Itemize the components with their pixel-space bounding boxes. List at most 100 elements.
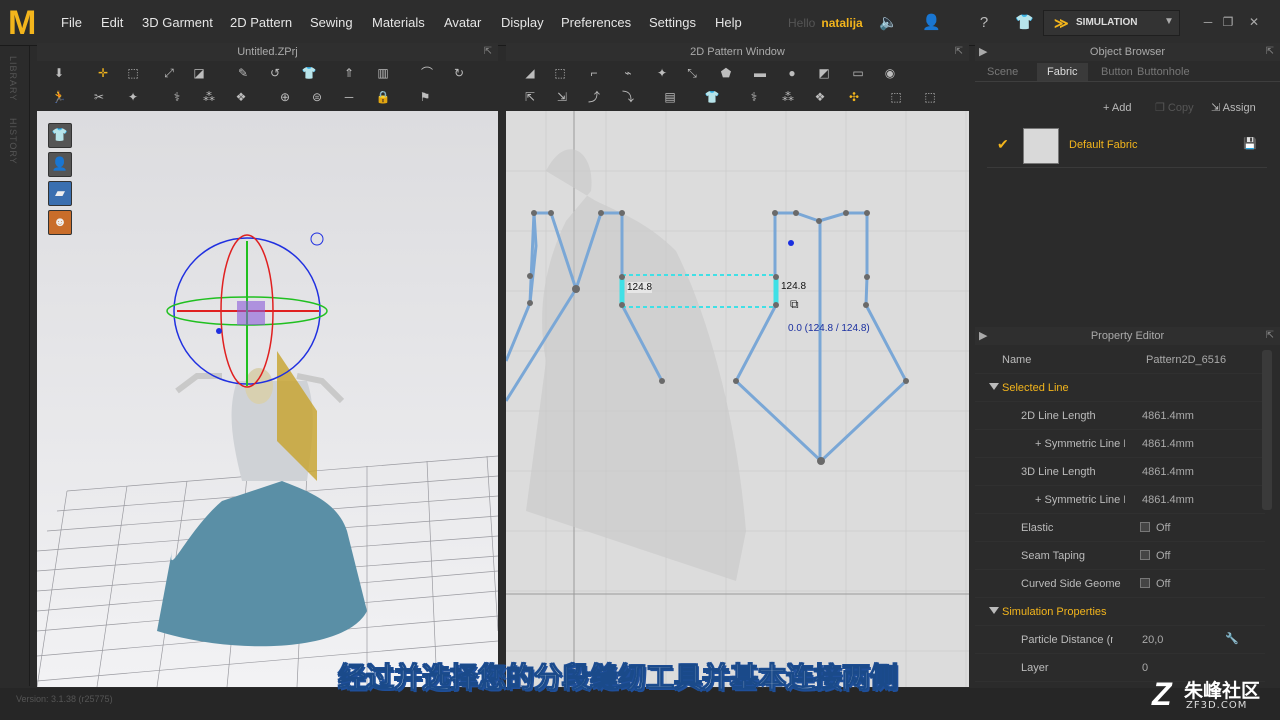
curved-side-toggle[interactable]: Off	[1140, 578, 1170, 590]
checkbox[interactable]	[1140, 550, 1150, 560]
rectangle-icon[interactable]: ▬	[750, 64, 770, 82]
avatar-dress[interactable]	[157, 351, 367, 647]
property-value[interactable]: 4861.4mm	[1142, 438, 1194, 450]
menu-settings[interactable]: Settings	[649, 0, 696, 46]
tack-icon[interactable]: ↺	[265, 64, 285, 82]
user-icon[interactable]: 👤	[922, 14, 941, 32]
minimize-icon[interactable]: ─	[1200, 14, 1216, 30]
annotation-icon[interactable]: ⬚	[886, 88, 906, 106]
property-scrollbar[interactable]	[1262, 350, 1272, 510]
expand-icon[interactable]: ⇱	[1266, 327, 1274, 345]
select-point-icon[interactable]: ◢	[520, 64, 540, 82]
texture-2d-icon[interactable]: ❖	[810, 88, 830, 106]
view2d-viewport[interactable]: 124.8 124.8 0.0 (124.8 / 124.8) ⧉	[506, 111, 969, 687]
show-garment-icon[interactable]: 👕	[48, 123, 72, 148]
fold-2d-icon[interactable]: ⚕	[744, 88, 764, 106]
menu-3d-garment[interactable]: 3D Garment	[142, 0, 213, 46]
pattern-icon[interactable]: ❖	[231, 88, 251, 106]
pattern-back[interactable]	[734, 211, 908, 463]
fold-icon[interactable]: ◪	[189, 64, 209, 82]
history-tab[interactable]: HISTORY	[8, 118, 18, 165]
user-name[interactable]: natalija	[821, 16, 862, 30]
simulation-properties-section[interactable]: Simulation Properties	[975, 598, 1265, 626]
circle-icon[interactable]: ●	[782, 64, 802, 82]
transform-icon[interactable]: ⤢	[159, 64, 179, 82]
name-value[interactable]: Pattern2D_6516	[1146, 354, 1226, 366]
particle-distance-value[interactable]: 20,0	[1142, 634, 1163, 646]
curve-point-icon[interactable]: ⌁	[618, 64, 638, 82]
pen-icon[interactable]: ✎	[233, 64, 253, 82]
expand-icon[interactable]: ⇱	[1266, 43, 1274, 61]
stitch-2d-icon[interactable]: ⁂	[778, 88, 798, 106]
garment-icon[interactable]: 👕	[1015, 14, 1034, 32]
menu-2d-pattern[interactable]: 2D Pattern	[230, 0, 292, 46]
button-add-icon[interactable]: ⊕	[275, 88, 295, 106]
fabric-list-item[interactable]: ✔ Default Fabric 💾	[987, 128, 1267, 168]
add-point-icon[interactable]: ✦	[652, 64, 672, 82]
menu-materials[interactable]: Materials	[372, 0, 425, 46]
shirt-icon[interactable]: 👕	[299, 64, 319, 82]
help-icon[interactable]: ?	[975, 14, 993, 32]
expand-icon[interactable]: ⇱	[484, 43, 492, 61]
library-tab[interactable]: LIBRARY	[8, 56, 18, 101]
selected-line-section[interactable]: Selected Line	[975, 374, 1265, 402]
tab-fabric[interactable]: Fabric	[1037, 63, 1088, 81]
internal-circle-icon[interactable]: ◉	[880, 64, 900, 82]
tape-icon[interactable]: ✦	[123, 88, 143, 106]
save-icon[interactable]: 💾	[1243, 137, 1257, 150]
check-sewing-icon[interactable]: ⤵	[618, 88, 638, 106]
transform-pattern-icon[interactable]: ⬚	[550, 64, 570, 82]
lock-icon[interactable]: 🔒	[373, 88, 393, 106]
curve-icon[interactable]: ⌒	[417, 64, 437, 82]
pin-icon[interactable]: ✂	[89, 88, 109, 106]
gizmo[interactable]	[166, 232, 328, 388]
menu-help[interactable]: Help	[715, 0, 742, 46]
internal-polygon-icon[interactable]: ◩	[814, 64, 834, 82]
seam-taping-toggle[interactable]: Off	[1140, 550, 1170, 562]
texture-icon[interactable]: ▰	[48, 181, 72, 206]
box-select-icon[interactable]: ⬚	[123, 64, 143, 82]
book-icon[interactable]: ▥	[373, 64, 393, 82]
menu-edit[interactable]: Edit	[101, 0, 123, 46]
checkbox[interactable]	[1140, 578, 1150, 588]
arrow-right-icon[interactable]: ▶	[979, 43, 987, 61]
app-logo[interactable]: M	[8, 6, 42, 40]
layer-value[interactable]: 0	[1142, 662, 1148, 674]
chevron-down-icon[interactable]: ▼	[1164, 16, 1174, 27]
edit-curve-icon[interactable]: ⌐	[584, 64, 604, 82]
assign-button[interactable]: ⇲ Assign	[1211, 99, 1256, 117]
expand-icon[interactable]: ⇱	[955, 43, 963, 61]
select-tool-icon[interactable]: ⬇	[49, 64, 69, 82]
split-line-icon[interactable]: ⤡	[682, 64, 702, 82]
restore-icon[interactable]: ❐	[1220, 14, 1236, 30]
pleat-icon[interactable]: 👕	[702, 88, 722, 106]
menu-avatar[interactable]: Avatar	[444, 0, 481, 46]
arrow-right-icon[interactable]: ▶	[979, 327, 987, 345]
property-value[interactable]: 4861.4mm	[1142, 494, 1194, 506]
line-icon[interactable]: ─	[339, 88, 359, 106]
collapse-icon[interactable]	[989, 607, 999, 614]
show-avatar-icon[interactable]: 👤	[48, 152, 72, 177]
elastic-toggle[interactable]: Off	[1140, 522, 1170, 534]
wrench-icon[interactable]: 🔧	[1225, 632, 1239, 645]
collapse-icon[interactable]	[989, 383, 999, 390]
add-button[interactable]: + Add	[1103, 99, 1131, 117]
checkbox[interactable]	[1140, 522, 1150, 532]
view3d-viewport[interactable]: 👕 👤 ▰ ☻	[37, 111, 498, 687]
free-sewing-icon[interactable]: ⤴	[584, 88, 604, 106]
menu-sewing[interactable]: Sewing	[310, 0, 353, 46]
polygon-icon[interactable]: ⬟	[716, 64, 736, 82]
menu-display[interactable]: Display	[501, 0, 544, 46]
internal-rectangle-icon[interactable]: ▭	[848, 64, 868, 82]
trace-icon[interactable]: ⇱	[520, 88, 540, 106]
close-icon[interactable]: ✕	[1246, 14, 1262, 30]
stitch-icon[interactable]: ⁂	[199, 88, 219, 106]
graphic-icon[interactable]: ✣	[844, 88, 864, 106]
tab-scene[interactable]: Scene	[977, 63, 1028, 81]
menu-preferences[interactable]: Preferences	[561, 0, 631, 46]
avatar-pose-icon[interactable]: 🏃	[49, 88, 69, 106]
avatar-skin-icon[interactable]: ☻	[48, 210, 72, 235]
simulation-button[interactable]: ≫ SIMULATION ▼	[1043, 10, 1180, 36]
copy-button[interactable]: ❐ Copy	[1155, 99, 1194, 117]
move-tool-icon[interactable]: ✛	[93, 64, 113, 82]
